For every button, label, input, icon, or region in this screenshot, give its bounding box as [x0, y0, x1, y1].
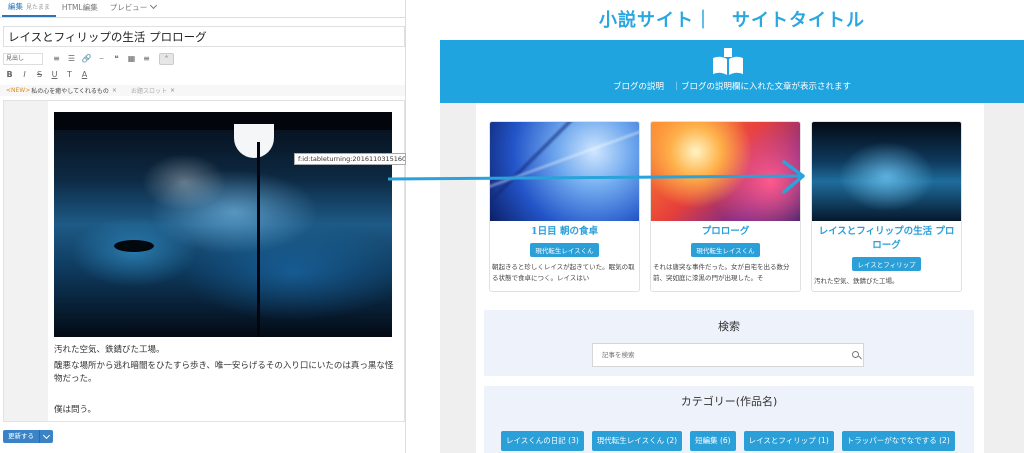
underline-icon[interactable]: U — [47, 69, 62, 81]
category-title: カテゴリー(作品名) — [680, 395, 778, 408]
horizontal-rule-icon[interactable]: ⎯ — [94, 53, 109, 65]
topic-slot-current[interactable]: 私の心を癒やしてくれるもの — [31, 86, 109, 95]
search-icon[interactable] — [852, 351, 859, 358]
category-tag[interactable]: 現代転生レイスくん — [530, 243, 599, 257]
tab-preview[interactable]: プレビュー — [104, 1, 163, 17]
italic-icon[interactable]: I — [17, 69, 32, 81]
align-icon[interactable]: ≡ — [139, 53, 154, 65]
category-link[interactable]: トラッパーがなでなでする (2) — [841, 431, 955, 451]
text-color-icon[interactable]: A — [77, 69, 92, 81]
photo-moon — [234, 124, 274, 158]
article-excerpt: 朝起きると珍しくレイスが起きていた。眠気の取る状態で食卓につく。レイスはい — [492, 263, 635, 282]
site-title[interactable]: 小説サイト｜ サイトタイトル — [440, 6, 1024, 32]
article-card[interactable]: 1日目 朝の食卓 現代転生レイスくん 朝起きると珍しくレイスが起きていた。眠気の… — [489, 121, 640, 292]
strikethrough-icon[interactable]: S — [32, 69, 47, 81]
category-link[interactable]: 現代転生レイスくん (2) — [591, 431, 683, 451]
blog-editor-panel: 編集見たまま HTML編集 プレビュー 見出し ≡ ☰ 🔗 ⎯ ❝ ▦ ≡ ˄ … — [0, 0, 406, 453]
photo-duck — [114, 240, 154, 252]
bulleted-list-icon[interactable]: ≡ — [49, 53, 64, 65]
chevron-up-icon[interactable]: ˄ — [159, 53, 174, 65]
search-title: 検索 — [718, 320, 740, 333]
article-thumbnail[interactable] — [812, 122, 961, 221]
category-list: レイスくんの日記 (3) 現代転生レイスくん (2) 短編集 (6) レイスとフ… — [501, 431, 963, 451]
photo-treeline — [54, 112, 392, 130]
image-id-tooltip: f:id:tableturning:20161103151601 — [294, 153, 406, 165]
tab-preview-label: プレビュー — [109, 3, 148, 12]
chevron-down-icon — [150, 1, 158, 10]
article-excerpt: 汚れた空気、鉄錆びた工場。 — [814, 277, 899, 285]
body-line-1: 汚れた空気、鉄錆びた工場。 — [54, 345, 165, 355]
toolbar-row-1: 見出し ≡ ☰ 🔗 ⎯ ❝ ▦ ≡ ˄ — [0, 52, 174, 66]
article-card[interactable]: プロローグ 現代転生レイスくん それは唐突な事件だった。女が自宅を出る数分前、突… — [650, 121, 801, 292]
tab-html-label: HTML編集 — [61, 3, 98, 12]
night-reflection-photo[interactable] — [54, 112, 392, 337]
category-link[interactable]: 短編集 (6) — [690, 431, 736, 451]
article-excerpt: それは唐突な事件だった。女が自宅を出る数分前、突如庭に漆黒の門が出現した。そ — [653, 263, 790, 282]
topic-slot-bar: <NEW> 私の心を癒やしてくれるもの × お題スロット × — [0, 85, 405, 96]
article-thumbnail[interactable] — [651, 122, 800, 221]
category-tag[interactable]: 現代転生レイスくん — [691, 243, 760, 257]
article-title[interactable]: プロローグ — [651, 225, 800, 239]
post-title-input[interactable] — [3, 26, 405, 47]
tab-html[interactable]: HTML編集 — [56, 2, 104, 17]
topic-slot-placeholder[interactable]: お題スロット — [131, 86, 167, 95]
tab-wysiwyg[interactable]: 編集 見たまま — [2, 1, 56, 17]
body-line-3: 僕は問う。 — [54, 405, 96, 415]
article-card[interactable]: レイスとフィリップの生活 プロローグ レイスとフィリップ 汚れた空気、鉄錆びた工… — [811, 121, 962, 292]
search-module: 検索 — [484, 310, 974, 376]
toolbar-row-2: B I S U T A — [0, 68, 92, 82]
article-thumbnail[interactable] — [490, 122, 639, 221]
new-badge: <NEW> — [6, 87, 31, 94]
font-size-icon[interactable]: T — [62, 69, 77, 81]
main-content: 1日目 朝の食卓 現代転生レイスくん 朝起きると珍しくレイスが起きていた。眠気の… — [476, 103, 984, 453]
tab-wysiwyg-label: 編集 — [8, 2, 23, 11]
close-icon[interactable]: × — [170, 87, 175, 94]
table-icon[interactable]: ▦ — [124, 53, 139, 65]
editor-gutter — [4, 101, 48, 421]
update-controls: 更新する — [3, 430, 53, 443]
photo-pole — [257, 142, 260, 337]
link-icon[interactable]: 🔗 — [79, 53, 94, 65]
close-icon[interactable]: × — [112, 87, 117, 94]
blog-description: ブログの説明 ｜ブログの説明欄に入れた文章が表示されます — [612, 82, 851, 92]
editor-tabs: 編集 見たまま HTML編集 プレビュー — [0, 0, 405, 18]
update-button[interactable]: 更新する — [3, 430, 39, 443]
post-body-editor[interactable]: 汚れた空気、鉄錆びた工場。 醜悪な場所から逃れ暗闇をひたすら歩き、唯一安らげるそ… — [3, 100, 405, 422]
heading-select[interactable]: 見出し — [3, 53, 43, 65]
category-tag[interactable]: レイスとフィリップ — [852, 257, 921, 271]
article-title[interactable]: 1日目 朝の食卓 — [490, 225, 639, 239]
numbered-list-icon[interactable]: ☰ — [64, 53, 79, 65]
category-module: カテゴリー(作品名) レイスくんの日記 (3) 現代転生レイスくん (2) 短編… — [484, 386, 974, 453]
article-title[interactable]: レイスとフィリップの生活 プロローグ — [812, 225, 961, 253]
search-input[interactable] — [592, 343, 864, 367]
tab-wysiwyg-sub: 見たまま — [26, 4, 50, 11]
category-link[interactable]: レイスくんの日記 (3) — [501, 431, 584, 451]
chevron-down-icon[interactable] — [39, 430, 53, 443]
quote-icon[interactable]: ❝ — [109, 53, 124, 65]
category-link[interactable]: レイスとフィリップ (1) — [743, 431, 834, 451]
bold-icon[interactable]: B — [2, 69, 17, 81]
body-line-2: 醜悪な場所から逃れ暗闇をひたすら歩き、唯一安らげるその入り口にいたのは真っ黒な怪… — [54, 361, 394, 384]
open-book-icon — [713, 48, 743, 75]
header-band: ブログの説明 ｜ブログの説明欄に入れた文章が表示されます — [440, 40, 1024, 103]
blog-preview-panel: 小説サイト｜ サイトタイトル ブログの説明 ｜ブログの説明欄に入れた文章が表示さ… — [440, 0, 1024, 453]
